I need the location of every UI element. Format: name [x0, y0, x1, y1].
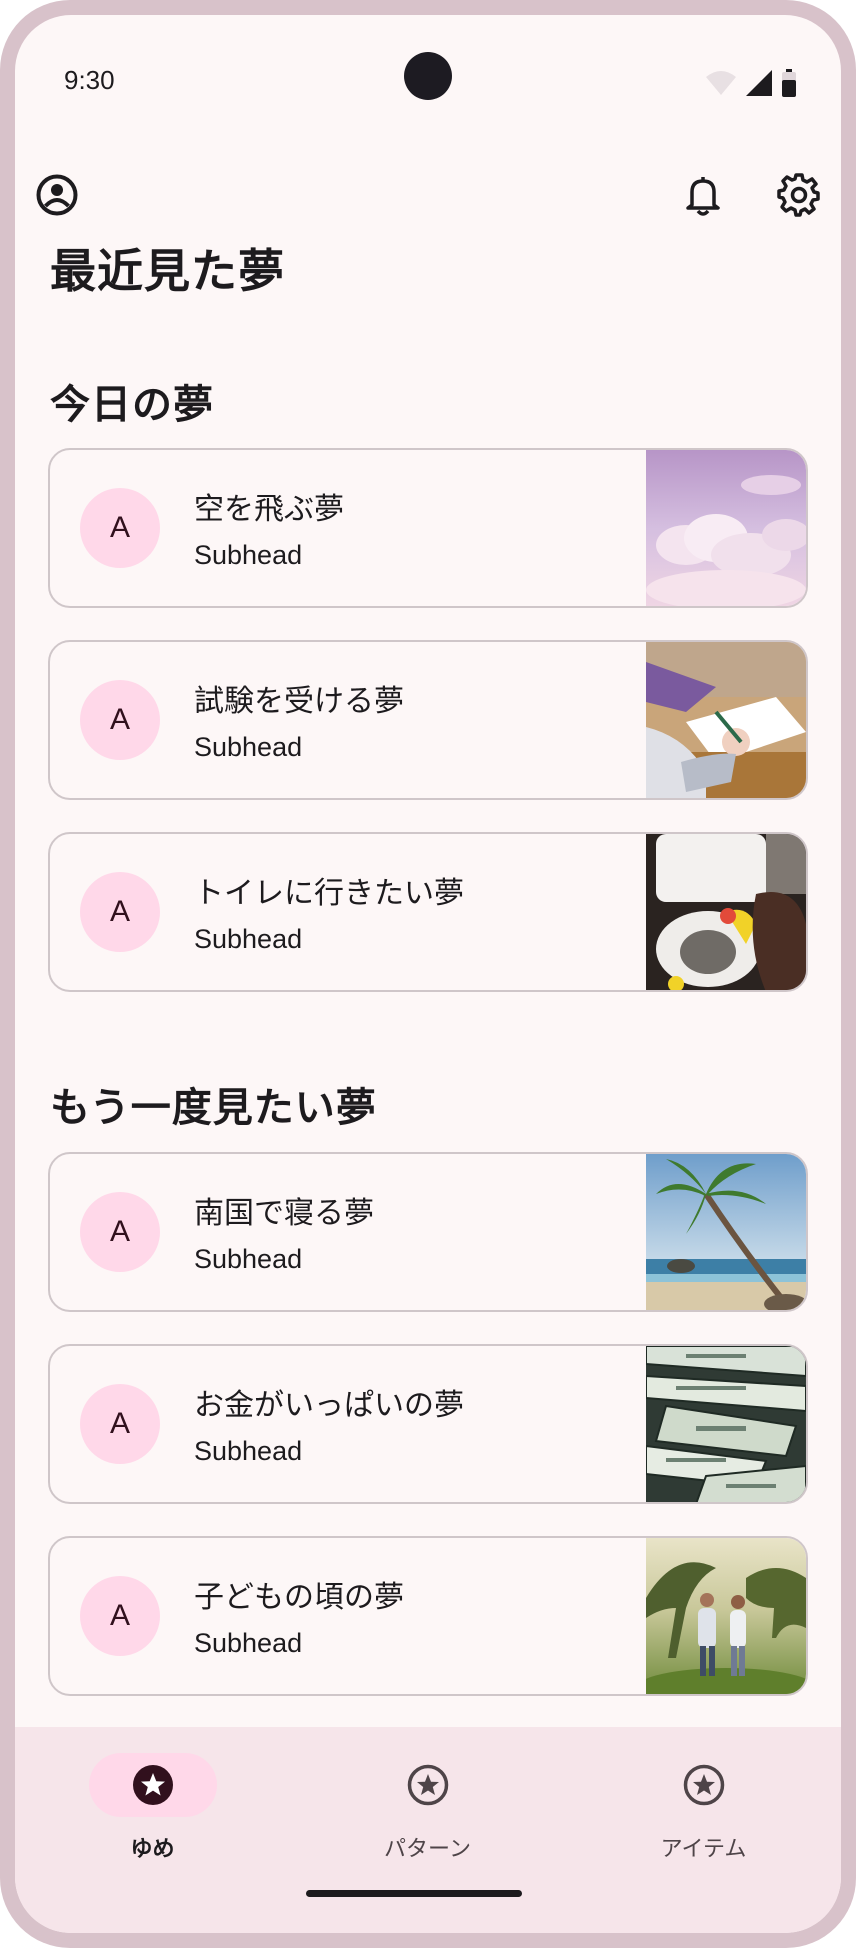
nav-label: ゆめ — [130, 1837, 175, 1862]
nav-icon-container — [640, 1753, 768, 1817]
page-title: 最近見た夢 — [50, 244, 285, 298]
list-item-headline: 空を飛ぶ夢 — [194, 492, 344, 527]
home-indicator[interactable] — [306, 1890, 522, 1897]
list-item-subhead: Subhead — [194, 1244, 303, 1274]
thumbnail-image — [646, 450, 806, 606]
wifi-icon — [706, 71, 736, 95]
device-frame: 9:30 最近見た夢 今日の夢 A 空を飛ぶ夢 Subhead A 試験を受ける… — [0, 0, 856, 1948]
nav-label: パターン — [384, 1837, 471, 1862]
thumbnail-image — [646, 1346, 806, 1502]
list-item-subhead: Subhead — [194, 540, 303, 570]
battery-icon — [782, 69, 796, 97]
nav-label: アイテム — [660, 1837, 747, 1862]
section-title-today: 今日の夢 — [50, 382, 214, 428]
thumbnail-image — [646, 642, 806, 798]
gear-icon — [777, 173, 820, 217]
list-item-headline: トイレに行きたい夢 — [194, 876, 464, 911]
list-item-headline: お金がいっぱいの夢 — [194, 1388, 464, 1423]
list-item-headline: 南国で寝る夢 — [194, 1196, 374, 1231]
nav-icon-container — [364, 1753, 492, 1817]
section-title-again: もう一度見たい夢 — [50, 1085, 377, 1131]
list-item-headline: 試験を受ける夢 — [194, 684, 404, 719]
list-item-subhead: Subhead — [194, 1436, 303, 1466]
avatar: A — [80, 680, 160, 760]
avatar: A — [80, 1192, 160, 1272]
avatar: A — [80, 1576, 160, 1656]
status-icons — [705, 69, 797, 97]
list-item-subhead: Subhead — [194, 1628, 303, 1658]
list-item-subhead: Subhead — [194, 732, 303, 762]
star-circle-icon — [132, 1765, 173, 1805]
notifications-button[interactable] — [675, 167, 731, 223]
nav-item-item[interactable]: アイテム — [566, 1727, 841, 1877]
bottom-navigation: ゆめ パターン アイテム — [15, 1727, 841, 1933]
top-app-bar — [15, 155, 841, 235]
list-item[interactable]: A 南国で寝る夢 Subhead — [48, 1152, 808, 1312]
settings-button[interactable] — [771, 167, 827, 223]
nav-item-yume[interactable]: ゆめ — [15, 1727, 290, 1877]
nav-active-indicator — [88, 1753, 217, 1817]
status-bar: 9:30 — [15, 15, 841, 135]
thumbnail-image — [646, 834, 806, 990]
list-item[interactable]: A 試験を受ける夢 Subhead — [48, 640, 808, 800]
list-item[interactable]: A トイレに行きたい夢 Subhead — [48, 832, 808, 992]
list-item[interactable]: A お金がいっぱいの夢 Subhead — [48, 1344, 808, 1504]
camera-cutout — [404, 52, 452, 100]
bell-icon — [686, 177, 720, 216]
list-item[interactable]: A 子どもの頃の夢 Subhead — [48, 1536, 808, 1696]
avatar: A — [80, 488, 160, 568]
list-item-subhead: Subhead — [194, 924, 303, 954]
account-button[interactable] — [29, 167, 85, 223]
thumbnail-image — [646, 1538, 806, 1694]
account-circle-icon — [36, 174, 78, 216]
avatar: A — [80, 872, 160, 952]
status-time: 9:30 — [64, 65, 115, 95]
screen: 9:30 最近見た夢 今日の夢 A 空を飛ぶ夢 Subhead A 試験を受ける… — [15, 15, 841, 1933]
star-circle-icon — [683, 1764, 724, 1806]
list-item[interactable]: A 空を飛ぶ夢 Subhead — [48, 448, 808, 608]
nav-item-pattern[interactable]: パターン — [290, 1727, 565, 1877]
star-circle-icon — [407, 1764, 448, 1806]
thumbnail-image — [646, 1154, 806, 1310]
avatar: A — [80, 1384, 160, 1464]
list-item-headline: 子どもの頃の夢 — [194, 1580, 404, 1615]
cellular-signal-icon — [746, 70, 772, 96]
